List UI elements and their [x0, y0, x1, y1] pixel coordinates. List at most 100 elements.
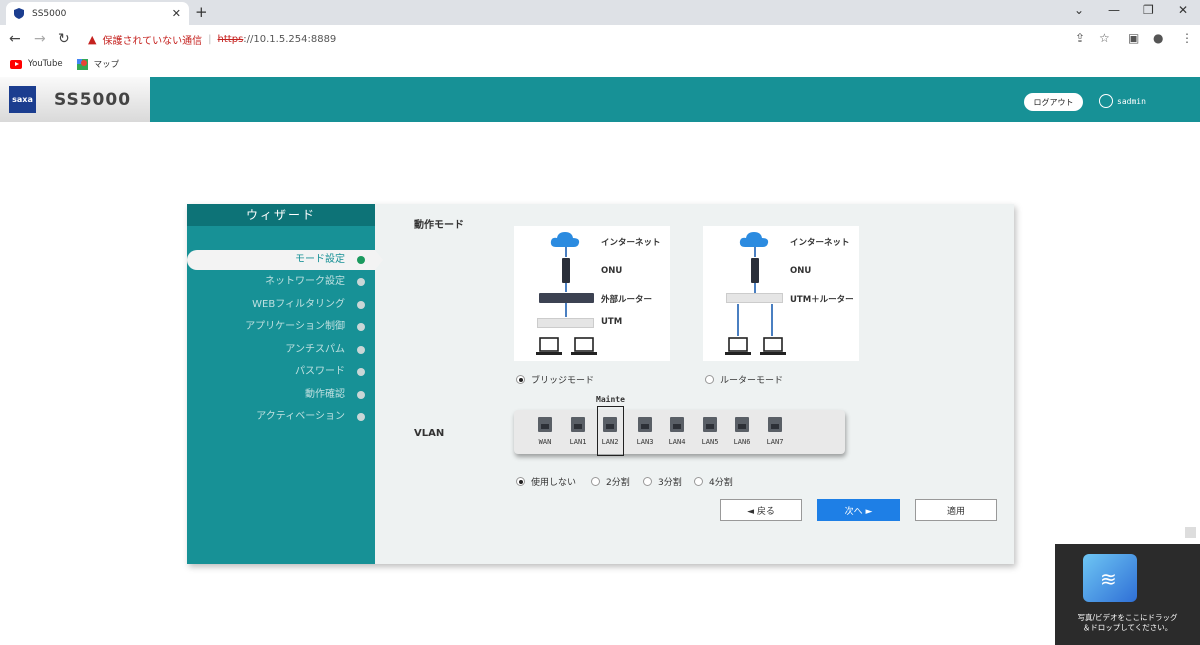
share-icon[interactable]: ⇪: [1075, 31, 1085, 45]
user-icon: [1099, 94, 1113, 108]
step-network[interactable]: ネットワーク設定: [187, 272, 375, 292]
cloud-icon: [739, 232, 769, 247]
onu-device-icon: [562, 258, 570, 283]
pc-icon: [571, 337, 597, 355]
ethernet-port-icon: [638, 417, 652, 432]
router-diagram: インターネット ONU UTM＋ルーター: [703, 226, 859, 361]
menu-kebab-icon[interactable]: ⋮: [1181, 31, 1193, 45]
app-header: saxa SS5000 ログアウト sadmin: [0, 77, 1200, 122]
link-line: [737, 304, 739, 336]
radio-unselected[interactable]: [694, 477, 703, 486]
widget-close-icon[interactable]: [1185, 527, 1196, 538]
utm-router-device-icon: [726, 293, 783, 303]
tab-title: SS5000: [32, 8, 67, 19]
side-panel-icon[interactable]: ▣: [1128, 31, 1139, 45]
wizard-sidebar: ウィザード モード設定 ネットワーク設定 WEBフィルタリング アプリケーション…: [187, 204, 383, 564]
link-line: [565, 247, 567, 257]
port-lan5[interactable]: LAN5: [697, 416, 723, 450]
step-mode[interactable]: モード設定: [187, 250, 383, 270]
url-host: ://10.1.5.254:8889: [243, 33, 337, 45]
ethernet-port-icon: [703, 417, 717, 432]
radio-unselected[interactable]: [643, 477, 652, 486]
security-warning: 保護されていない通信: [102, 35, 203, 47]
browser-tab[interactable]: SS5000 ✕: [6, 2, 189, 25]
port-lan6[interactable]: LAN6: [729, 416, 755, 450]
step-antispam[interactable]: アンチスパム: [187, 340, 375, 360]
photo-drop-widget[interactable]: ≋ 写真/ビデオをここにドラッグ ＆ドロップしてください。: [1055, 523, 1200, 645]
step-password[interactable]: パスワード: [187, 362, 375, 382]
bridge-diagram: インターネット ONU 外部ルーター UTM: [514, 226, 670, 361]
user-menu[interactable]: sadmin: [1099, 94, 1146, 108]
logout-button[interactable]: ログアウト: [1024, 93, 1083, 111]
address-bar[interactable]: ▲ 保護されていない通信 | https ://10.1.5.254:8889: [80, 28, 1120, 50]
bookmark-youtube[interactable]: YouTube: [10, 59, 63, 69]
username: sadmin: [1117, 96, 1146, 106]
radio-unselected[interactable]: [591, 477, 600, 486]
apply-button[interactable]: 適用: [915, 499, 997, 521]
next-button[interactable]: 次へ ►: [817, 499, 900, 521]
profile-icon[interactable]: ●: [1153, 31, 1163, 45]
router-mode-label: ルーターモード: [720, 376, 784, 386]
link-line: [754, 247, 756, 257]
drop-instructions: 写真/ビデオをここにドラッグ ＆ドロップしてください。: [1059, 613, 1196, 633]
port-label: WAN: [538, 438, 552, 446]
port-lan1[interactable]: LAN1: [565, 416, 591, 450]
widget-titlebar: [1055, 523, 1200, 544]
link-line: [754, 283, 756, 293]
link-line: [565, 303, 567, 317]
bridge-mode-option[interactable]: ブリッジモード: [516, 373, 594, 386]
close-tab-icon[interactable]: ✕: [172, 7, 181, 20]
forward-arrow-icon[interactable]: →: [34, 31, 46, 47]
internet-label: インターネット: [601, 238, 661, 248]
vlan-option-2[interactable]: 2分割: [591, 475, 630, 488]
minimize-icon[interactable]: —: [1108, 3, 1120, 17]
bookmark-star-icon[interactable]: ☆: [1099, 31, 1110, 45]
model-name: SS5000: [54, 89, 132, 110]
ethernet-port-icon: [670, 417, 684, 432]
tab-search-chevron-icon[interactable]: ⌄: [1074, 3, 1084, 17]
reload-icon[interactable]: ↻: [58, 31, 70, 47]
port-lan7[interactable]: LAN7: [762, 416, 788, 450]
radio-selected[interactable]: [516, 375, 525, 384]
router-mode-option[interactable]: ルーターモード: [705, 373, 783, 386]
onu-label: ONU: [790, 266, 812, 276]
port-lan3[interactable]: LAN3: [632, 416, 658, 450]
port-wan[interactable]: WAN: [532, 416, 558, 450]
divider: |: [208, 33, 212, 45]
wifi-photo-icon: ≋: [1083, 554, 1137, 602]
step-activation[interactable]: アクティベーション: [187, 407, 375, 427]
wizard-title: ウィザード: [187, 204, 375, 226]
vlan-option-label: 使用しない: [531, 478, 577, 488]
step-web-filter[interactable]: WEBフィルタリング: [187, 295, 375, 315]
vlan-label: VLAN: [414, 428, 445, 439]
step-app-control[interactable]: アプリケーション制御: [187, 317, 375, 337]
bookmark-label: YouTube: [28, 59, 63, 69]
step-verify[interactable]: 動作確認: [187, 385, 375, 405]
link-line: [771, 304, 773, 336]
vlan-option-4[interactable]: 4分割: [694, 475, 733, 488]
new-tab-icon[interactable]: +: [195, 3, 208, 21]
vlan-option-none[interactable]: 使用しない: [516, 475, 576, 488]
bookmark-maps[interactable]: マップ: [76, 58, 120, 70]
internet-label: インターネット: [790, 238, 850, 248]
mainte-label: Mainte: [596, 395, 625, 404]
vlan-option-3[interactable]: 3分割: [643, 475, 682, 488]
port-label: LAN1: [569, 438, 587, 446]
back-button[interactable]: ◄ 戻る: [720, 499, 802, 521]
window-close-icon[interactable]: ✕: [1178, 3, 1188, 17]
restore-icon[interactable]: ❐: [1143, 3, 1154, 17]
port-panel: WAN LAN1 LAN2 LAN3 LAN4 LAN5 LAN6 LAN7: [514, 410, 845, 454]
port-lan4[interactable]: LAN4: [664, 416, 690, 450]
radio-unselected[interactable]: [705, 375, 714, 384]
back-arrow-icon[interactable]: ←: [9, 31, 21, 47]
ethernet-port-icon: [571, 417, 585, 432]
bookmark-label: マップ: [93, 60, 120, 70]
pc-icon: [725, 337, 751, 355]
radio-selected[interactable]: [516, 477, 525, 486]
port-label: LAN4: [668, 438, 686, 446]
port-label: LAN6: [733, 438, 751, 446]
cloud-icon: [550, 232, 580, 247]
ethernet-port-icon: [538, 417, 552, 432]
shield-favicon-icon: [14, 8, 24, 19]
utm-router-label: UTM＋ルーター: [790, 295, 854, 305]
